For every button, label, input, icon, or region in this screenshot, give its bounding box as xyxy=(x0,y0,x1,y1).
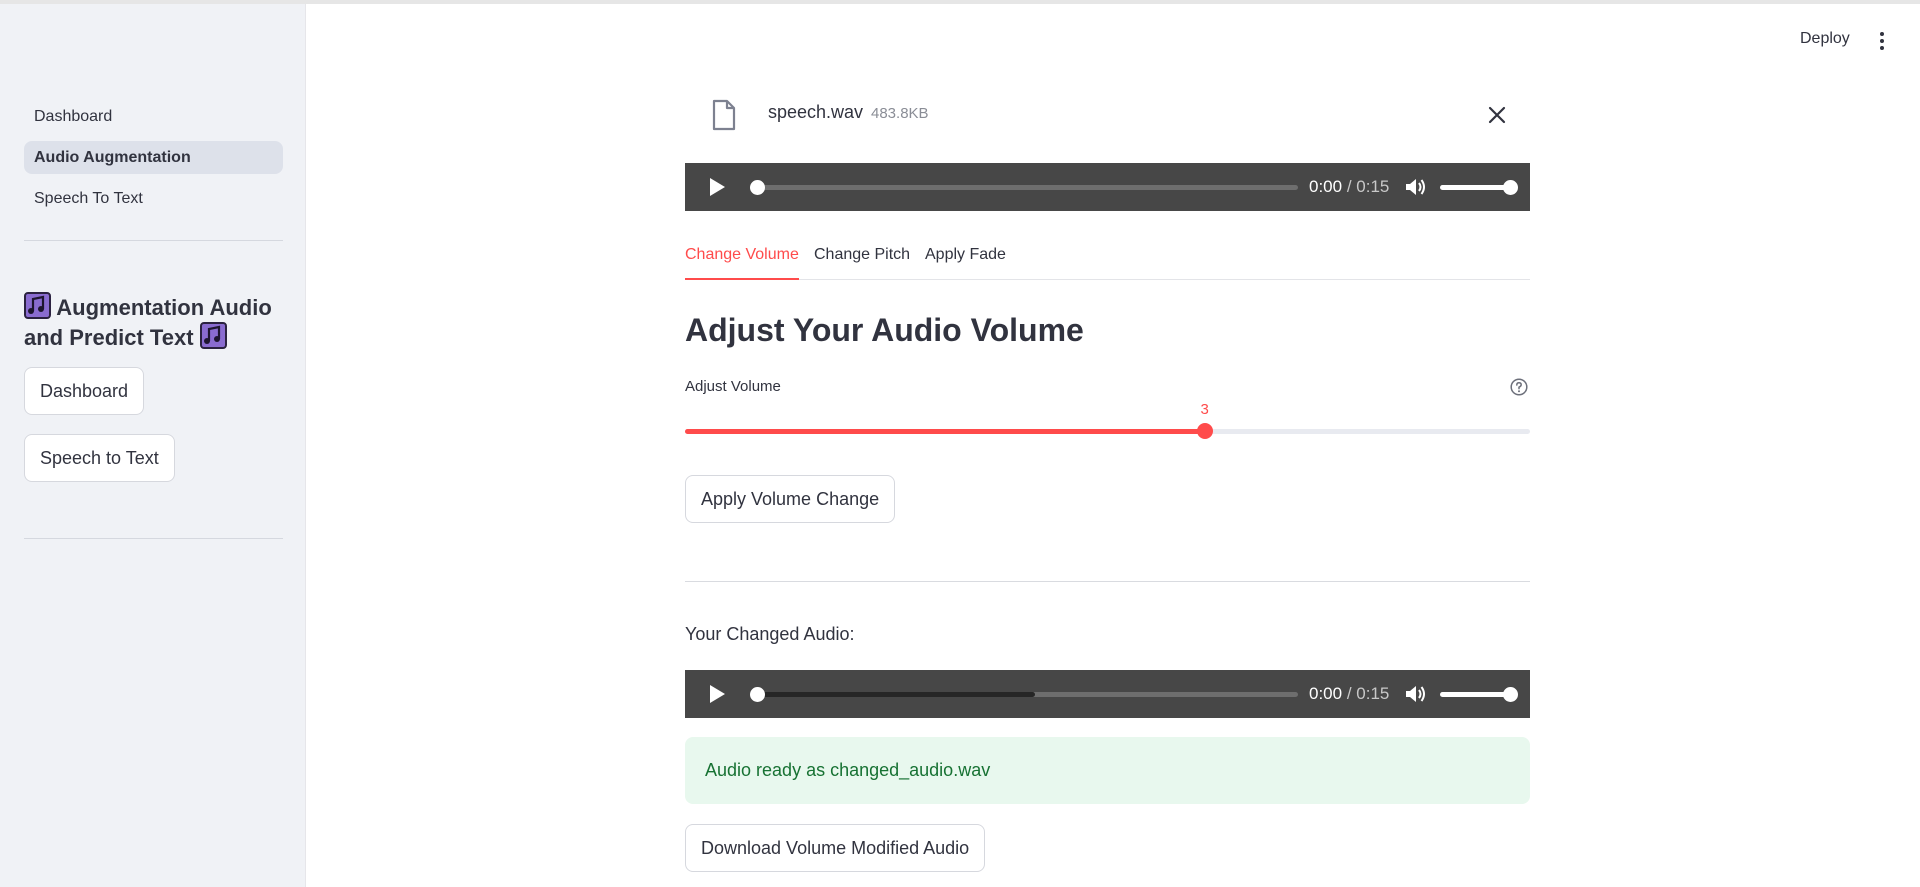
success-alert: Audio ready as changed_audio.wav xyxy=(685,737,1530,804)
sidebar-nav-speech-to-text[interactable]: Speech To Text xyxy=(24,182,283,215)
audio-time: 0:00 / 0:15 xyxy=(1309,684,1389,704)
speech-to-text-button[interactable]: Speech to Text xyxy=(24,434,175,482)
slider-thumb[interactable] xyxy=(1196,423,1213,439)
audio-seek-knob[interactable] xyxy=(750,180,765,195)
sidebar-nav: Dashboard Audio Augmentation Speech To T… xyxy=(24,100,283,223)
volume-icon[interactable] xyxy=(1405,177,1427,197)
sidebar-nav-dashboard[interactable]: Dashboard xyxy=(24,100,283,133)
sidebar-divider xyxy=(24,538,283,539)
music-notes-icon xyxy=(24,292,51,319)
audio-duration: / 0:15 xyxy=(1346,684,1390,703)
audio-seek-bar[interactable] xyxy=(750,180,1298,195)
sidebar-divider xyxy=(24,240,283,241)
volume-icon[interactable] xyxy=(1405,684,1427,704)
file-icon xyxy=(712,99,736,131)
tab-bar: Change Volume Change Pitch Apply Fade xyxy=(685,244,1530,280)
help-icon[interactable] xyxy=(1510,378,1528,396)
sidebar-title-line1: Augmentation Audio xyxy=(56,295,272,320)
music-notes-icon xyxy=(199,322,227,349)
volume-slider[interactable] xyxy=(1440,687,1518,702)
sidebar-nav-audio-augmentation[interactable]: Audio Augmentation xyxy=(24,141,283,174)
audio-seek-bar[interactable] xyxy=(750,687,1298,702)
section-divider xyxy=(685,581,1530,582)
uploaded-file: speech.wav 483.8KB xyxy=(685,96,1530,136)
volume-slider[interactable] xyxy=(1440,180,1518,195)
slider-value: 3 xyxy=(1200,401,1209,418)
audio-player-changed: 0:00 / 0:15 xyxy=(685,670,1530,718)
changed-audio-label: Your Changed Audio: xyxy=(685,624,855,644)
file-name: speech.wav xyxy=(768,102,864,122)
volume-knob[interactable] xyxy=(1503,687,1518,702)
main-menu-icon[interactable] xyxy=(1875,30,1889,52)
sidebar-title: Augmentation Audio and Predict Text xyxy=(24,292,294,352)
audio-current-time: 0:00 xyxy=(1309,684,1343,703)
audio-current-time: 0:00 xyxy=(1309,177,1343,196)
download-volume-modified-audio-button[interactable]: Download Volume Modified Audio xyxy=(685,824,986,872)
volume-adjust-slider[interactable]: 3 xyxy=(685,401,1530,439)
apply-volume-change-button[interactable]: Apply Volume Change xyxy=(685,475,896,523)
volume-slider-label: Adjust Volume xyxy=(685,378,781,395)
deploy-button[interactable]: Deploy xyxy=(1800,30,1850,48)
success-message: Audio ready as changed_audio.wav xyxy=(705,760,991,780)
audio-player-original: 0:00 / 0:15 xyxy=(685,163,1530,211)
dashboard-button[interactable]: Dashboard xyxy=(24,367,145,415)
volume-knob[interactable] xyxy=(1503,180,1518,195)
sidebar: Dashboard Audio Augmentation Speech To T… xyxy=(0,4,306,887)
tab-apply-fade[interactable]: Apply Fade xyxy=(925,244,1006,280)
audio-seek-knob[interactable] xyxy=(750,687,765,702)
audio-duration: / 0:15 xyxy=(1346,177,1390,196)
audio-buffered-range xyxy=(750,692,1035,697)
tab-change-pitch[interactable]: Change Pitch xyxy=(814,244,910,280)
page-heading: Adjust Your Audio Volume xyxy=(685,312,1084,348)
play-icon[interactable] xyxy=(707,177,727,197)
audio-time: 0:00 / 0:15 xyxy=(1309,177,1389,197)
sidebar-title-line2: and Predict Text xyxy=(24,325,194,350)
tab-change-volume[interactable]: Change Volume xyxy=(685,244,799,280)
close-icon[interactable] xyxy=(1486,104,1508,126)
file-size: 483.8KB xyxy=(871,105,929,122)
slider-fill xyxy=(685,429,1205,434)
play-icon[interactable] xyxy=(707,684,727,704)
